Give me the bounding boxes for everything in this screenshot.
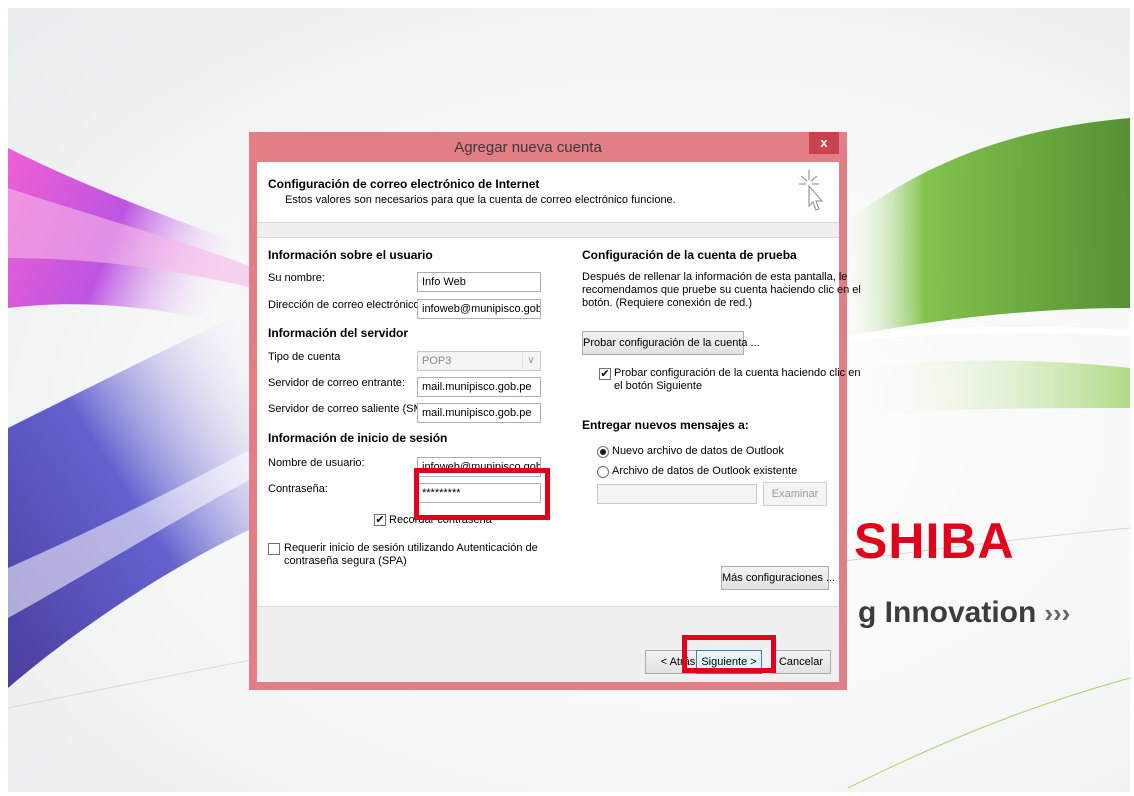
auto-test-label-line1: Probar configuración de la cuenta hacien…	[614, 367, 861, 379]
test-desc-line1: Después de rellenar la información de es…	[582, 271, 848, 283]
spa-label-line1: Requerir inicio de sesión utilizando Aut…	[284, 542, 538, 554]
account-type-select: POP3 ∨	[417, 351, 541, 371]
name-input[interactable]: Info Web	[417, 272, 541, 292]
dialog-title: Agregar nueva cuenta	[454, 139, 602, 156]
new-datafile-radio[interactable]	[597, 446, 609, 458]
username-label: Nombre de usuario:	[268, 457, 365, 469]
tagline-text: g Innovation	[858, 596, 1037, 629]
test-settings-heading: Configuración de la cuenta de prueba	[582, 248, 797, 262]
account-type-value: POP3	[422, 355, 452, 367]
dialog-titlebar[interactable]: Agregar nueva cuenta x	[249, 132, 847, 162]
spa-label-line2: contraseña segura (SPA)	[284, 555, 407, 567]
incoming-server-input[interactable]: mail.munipisco.gob.pe	[417, 377, 541, 397]
server-info-heading: Información del servidor	[268, 326, 409, 340]
chevrons-icon: ›››	[1044, 598, 1071, 628]
test-desc-line2: recomendamos que pruebe su cuenta hacien…	[582, 284, 861, 296]
outgoing-server-input[interactable]: mail.munipisco.gob.pe	[417, 403, 541, 423]
brand-logo-text: SHIBA	[854, 513, 1015, 569]
auto-test-label-line2: el botón Siguiente	[614, 380, 703, 392]
cancel-button[interactable]: Cancelar	[771, 650, 831, 674]
close-button[interactable]: x	[809, 132, 839, 154]
email-input[interactable]: infoweb@munipisco.gob.pe	[417, 299, 541, 319]
password-label: Contraseña:	[268, 483, 328, 495]
password-highlight-box	[414, 468, 550, 520]
name-label: Su nombre:	[268, 272, 325, 284]
spa-checkbox[interactable]	[268, 543, 280, 555]
header-subtitle: Estos valores son necesarios para que la…	[285, 194, 676, 206]
test-desc-line3: botón. (Requiere conexión de red.)	[582, 297, 752, 309]
deliver-heading: Entregar nuevos mensajes a:	[582, 418, 749, 432]
login-info-heading: Información de inicio de sesión	[268, 431, 448, 445]
auto-test-checkbox[interactable]: ✔	[599, 368, 611, 380]
user-info-heading: Información sobre el usuario	[268, 248, 433, 262]
incoming-server-label: Servidor de correo entrante:	[268, 377, 405, 389]
new-datafile-label: Nuevo archivo de datos de Outlook	[612, 445, 784, 457]
settings-panel: Información sobre el usuario Su nombre: …	[257, 237, 861, 607]
dialog-header: Configuración de correo electrónico de I…	[257, 162, 839, 223]
datafile-path-input	[597, 484, 757, 504]
email-label: Dirección de correo electrónico:	[268, 299, 423, 311]
remember-password-checkbox[interactable]: ✔	[374, 514, 386, 526]
brand-tagline: g Innovation ›››	[858, 596, 1070, 630]
dialog-client-area: Configuración de correo electrónico de I…	[257, 162, 861, 682]
existing-datafile-label: Archivo de datos de Outlook existente	[612, 465, 798, 477]
add-account-dialog: Agregar nueva cuenta x Configuración de …	[249, 132, 861, 690]
existing-datafile-radio[interactable]	[597, 466, 609, 478]
header-title: Configuración de correo electrónico de I…	[268, 177, 540, 191]
account-type-label: Tipo de cuenta	[268, 351, 341, 363]
chevron-down-icon: ∨	[522, 353, 539, 369]
test-account-button[interactable]: Probar configuración de la cuenta ...	[582, 331, 760, 355]
cursor-sparkle-icon	[799, 170, 824, 211]
next-highlight-box	[682, 635, 776, 673]
more-settings-button[interactable]: Más configuraciones ...	[721, 566, 835, 590]
browse-button: Examinar	[763, 482, 827, 506]
